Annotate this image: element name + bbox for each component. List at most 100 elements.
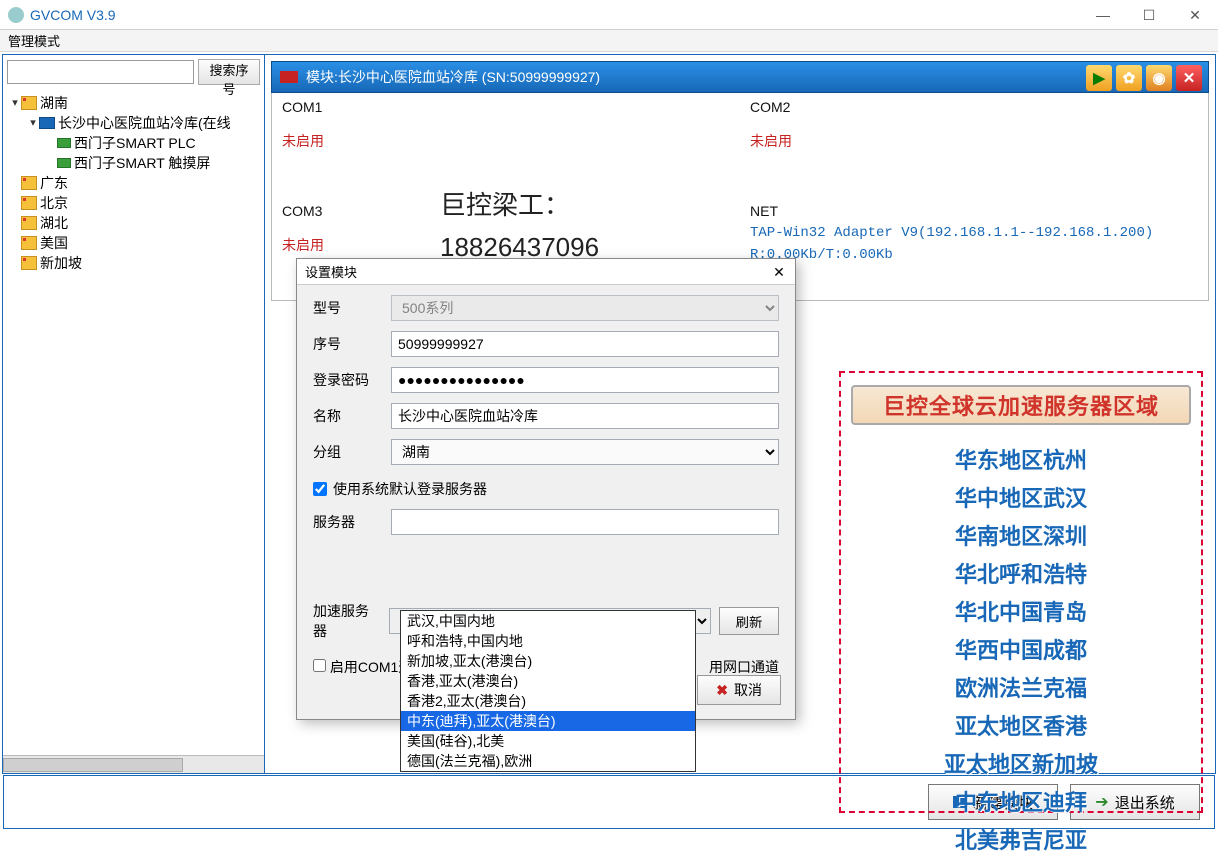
module-header: 模块: 长沙中心医院血站冷库 (SN:50999999927) ▶ ✿ ◉ ✕ (271, 61, 1209, 93)
model-label: 型号 (313, 298, 381, 318)
module-header-text: 长沙中心医院血站冷库 (SN:50999999927) (338, 67, 600, 87)
com2-label: COM2 (750, 99, 1198, 115)
tree-guangdong[interactable]: 广东 (40, 173, 68, 193)
status-net: NET TAP-Win32 Adapter V9(192.168.1.1--19… (740, 197, 1208, 301)
disc-icon: ◉ (1152, 69, 1165, 87)
module-header-prefix: 模块: (306, 67, 338, 87)
dialog-title: 设置模块 (305, 262, 357, 281)
server-region-item: 华中地区武汉 (955, 481, 1087, 513)
maximize-button[interactable]: ☐ (1126, 0, 1172, 30)
cancel-icon: ✖ (716, 682, 728, 699)
tree-xinjiapo[interactable]: 新加坡 (40, 253, 82, 273)
folder-icon (21, 196, 37, 210)
enable-com1-checkbox[interactable] (313, 659, 326, 672)
device-icon (39, 117, 55, 129)
group-select[interactable]: 湖南 (391, 439, 779, 465)
window-titlebar: GVCOM V3.9 — ☐ ✕ (0, 0, 1218, 30)
window-controls: — ☐ ✕ (1080, 0, 1218, 30)
menubar: 管理模式 (0, 30, 1218, 52)
server-region-item: 华东地区杭州 (955, 443, 1087, 475)
com3-value: 未启用 (282, 235, 730, 255)
play-button[interactable]: ▶ (1086, 65, 1112, 91)
dropdown-option[interactable]: 武汉,中国内地 (401, 611, 695, 631)
name-label: 名称 (313, 406, 381, 426)
net-adapter: TAP-Win32 Adapter V9(192.168.1.1--192.16… (750, 225, 1198, 241)
com1-value: 未启用 (282, 131, 730, 151)
server-region-item: 华北呼和浩特 (955, 557, 1087, 589)
tree-hunan[interactable]: 湖南 (40, 93, 68, 113)
server-region-item: 中东地区迪拜 (955, 785, 1087, 817)
use-default-server-label: 使用系统默认登录服务器 (333, 479, 487, 499)
tree-meiguo[interactable]: 美国 (40, 233, 68, 253)
name-input[interactable] (391, 403, 779, 429)
password-input[interactable] (391, 367, 779, 393)
model-select: 500系列 (391, 295, 779, 321)
folder-icon (21, 256, 37, 270)
play-icon: ▶ (1093, 69, 1105, 87)
group-label: 分组 (313, 442, 381, 462)
folder-icon (21, 176, 37, 190)
com2-value: 未启用 (750, 131, 1198, 151)
tree-leaf-hmi[interactable]: 西门子SMART 触摸屏 (74, 153, 210, 173)
dialog-titlebar[interactable]: 设置模块 ✕ (297, 259, 795, 285)
serial-input[interactable] (391, 331, 779, 357)
close-window-button[interactable]: ✕ (1172, 0, 1218, 30)
module-status-icon (280, 71, 298, 83)
dialog-close-button[interactable]: ✕ (769, 262, 789, 282)
settings-button[interactable]: ✿ (1116, 65, 1142, 91)
dropdown-option[interactable]: 新加坡,亚太(港澳台) (401, 651, 695, 671)
dropdown-option[interactable]: 中东(迪拜),亚太(港澳台) (401, 711, 695, 731)
gear-icon: ✿ (1123, 69, 1136, 87)
cancel-button[interactable]: ✖取消 (697, 675, 781, 705)
use-default-server-checkbox[interactable] (313, 482, 327, 496)
server-region-title: 巨控全球云加速服务器区域 (851, 385, 1191, 425)
server-region-item: 北美弗吉尼亚 (955, 823, 1087, 855)
dropdown-option[interactable]: 香港2,亚太(港澳台) (401, 691, 695, 711)
disc-button[interactable]: ◉ (1146, 65, 1172, 91)
device-tree[interactable]: ▾湖南 ▾长沙中心医院血站冷库(在线 西门子SMART PLC 西门子SMART… (3, 89, 264, 755)
server-region-item: 亚太地区新加坡 (944, 747, 1098, 779)
close-icon: ✕ (1183, 69, 1196, 87)
app-title: GVCOM V3.9 (30, 7, 116, 23)
search-row: 搜索序号 (3, 55, 264, 89)
tree-leaf-plc[interactable]: 西门子SMART PLC (74, 133, 196, 153)
tree-beijing[interactable]: 北京 (40, 193, 68, 213)
password-label: 登录密码 (313, 370, 381, 390)
status-com1: COM1 未启用 (272, 93, 740, 197)
server-region-panel: 巨控全球云加速服务器区域 华东地区杭州华中地区武汉华南地区深圳华北呼和浩特华北中… (839, 371, 1203, 813)
module-close-button[interactable]: ✕ (1176, 65, 1202, 91)
tree-horizontal-scrollbar[interactable] (3, 755, 264, 773)
refresh-button[interactable]: 刷新 (719, 607, 779, 635)
folder-icon (21, 216, 37, 230)
folder-icon (21, 96, 37, 110)
left-pane: 搜索序号 ▾湖南 ▾长沙中心医院血站冷库(在线 西门子SMART PLC 西门子… (3, 55, 265, 773)
server-region-item: 华西中国成都 (955, 633, 1087, 665)
tree-hubei[interactable]: 湖北 (40, 213, 68, 233)
server-region-item: 亚太地区香港 (955, 709, 1087, 741)
menu-management-mode[interactable]: 管理模式 (8, 31, 60, 50)
dropdown-option[interactable]: 呼和浩特,中国内地 (401, 631, 695, 651)
accel-label: 加速服务器 (313, 601, 381, 641)
minimize-button[interactable]: — (1080, 0, 1126, 30)
com3-label: COM3 (282, 203, 730, 219)
dropdown-option[interactable]: 德国(法兰克福),欧洲 (401, 751, 695, 771)
server-label: 服务器 (313, 512, 381, 532)
plc-icon (57, 138, 71, 148)
dropdown-option[interactable]: 美国(硅谷),北美 (401, 731, 695, 751)
module-header-buttons: ▶ ✿ ◉ ✕ (1086, 65, 1202, 91)
search-button[interactable]: 搜索序号 (198, 59, 260, 85)
search-input[interactable] (7, 60, 194, 84)
server-region-item: 华南地区深圳 (955, 519, 1087, 551)
dropdown-option[interactable]: 香港,亚太(港澳台) (401, 671, 695, 691)
scrollbar-thumb[interactable] (3, 758, 183, 772)
serial-label: 序号 (313, 334, 381, 354)
app-icon (8, 7, 24, 23)
tree-device-0[interactable]: 长沙中心医院血站冷库(在线 (58, 113, 231, 133)
server-region-item: 欧洲法兰克福 (955, 671, 1087, 703)
enable-net-label-tail: 用网口通道 (709, 659, 779, 675)
folder-icon (21, 236, 37, 250)
net-label: NET (750, 203, 1198, 219)
status-com2: COM2 未启用 (740, 93, 1208, 197)
accel-server-dropdown-list[interactable]: 武汉,中国内地呼和浩特,中国内地新加坡,亚太(港澳台)香港,亚太(港澳台)香港2… (400, 610, 696, 772)
server-input[interactable] (391, 509, 779, 535)
